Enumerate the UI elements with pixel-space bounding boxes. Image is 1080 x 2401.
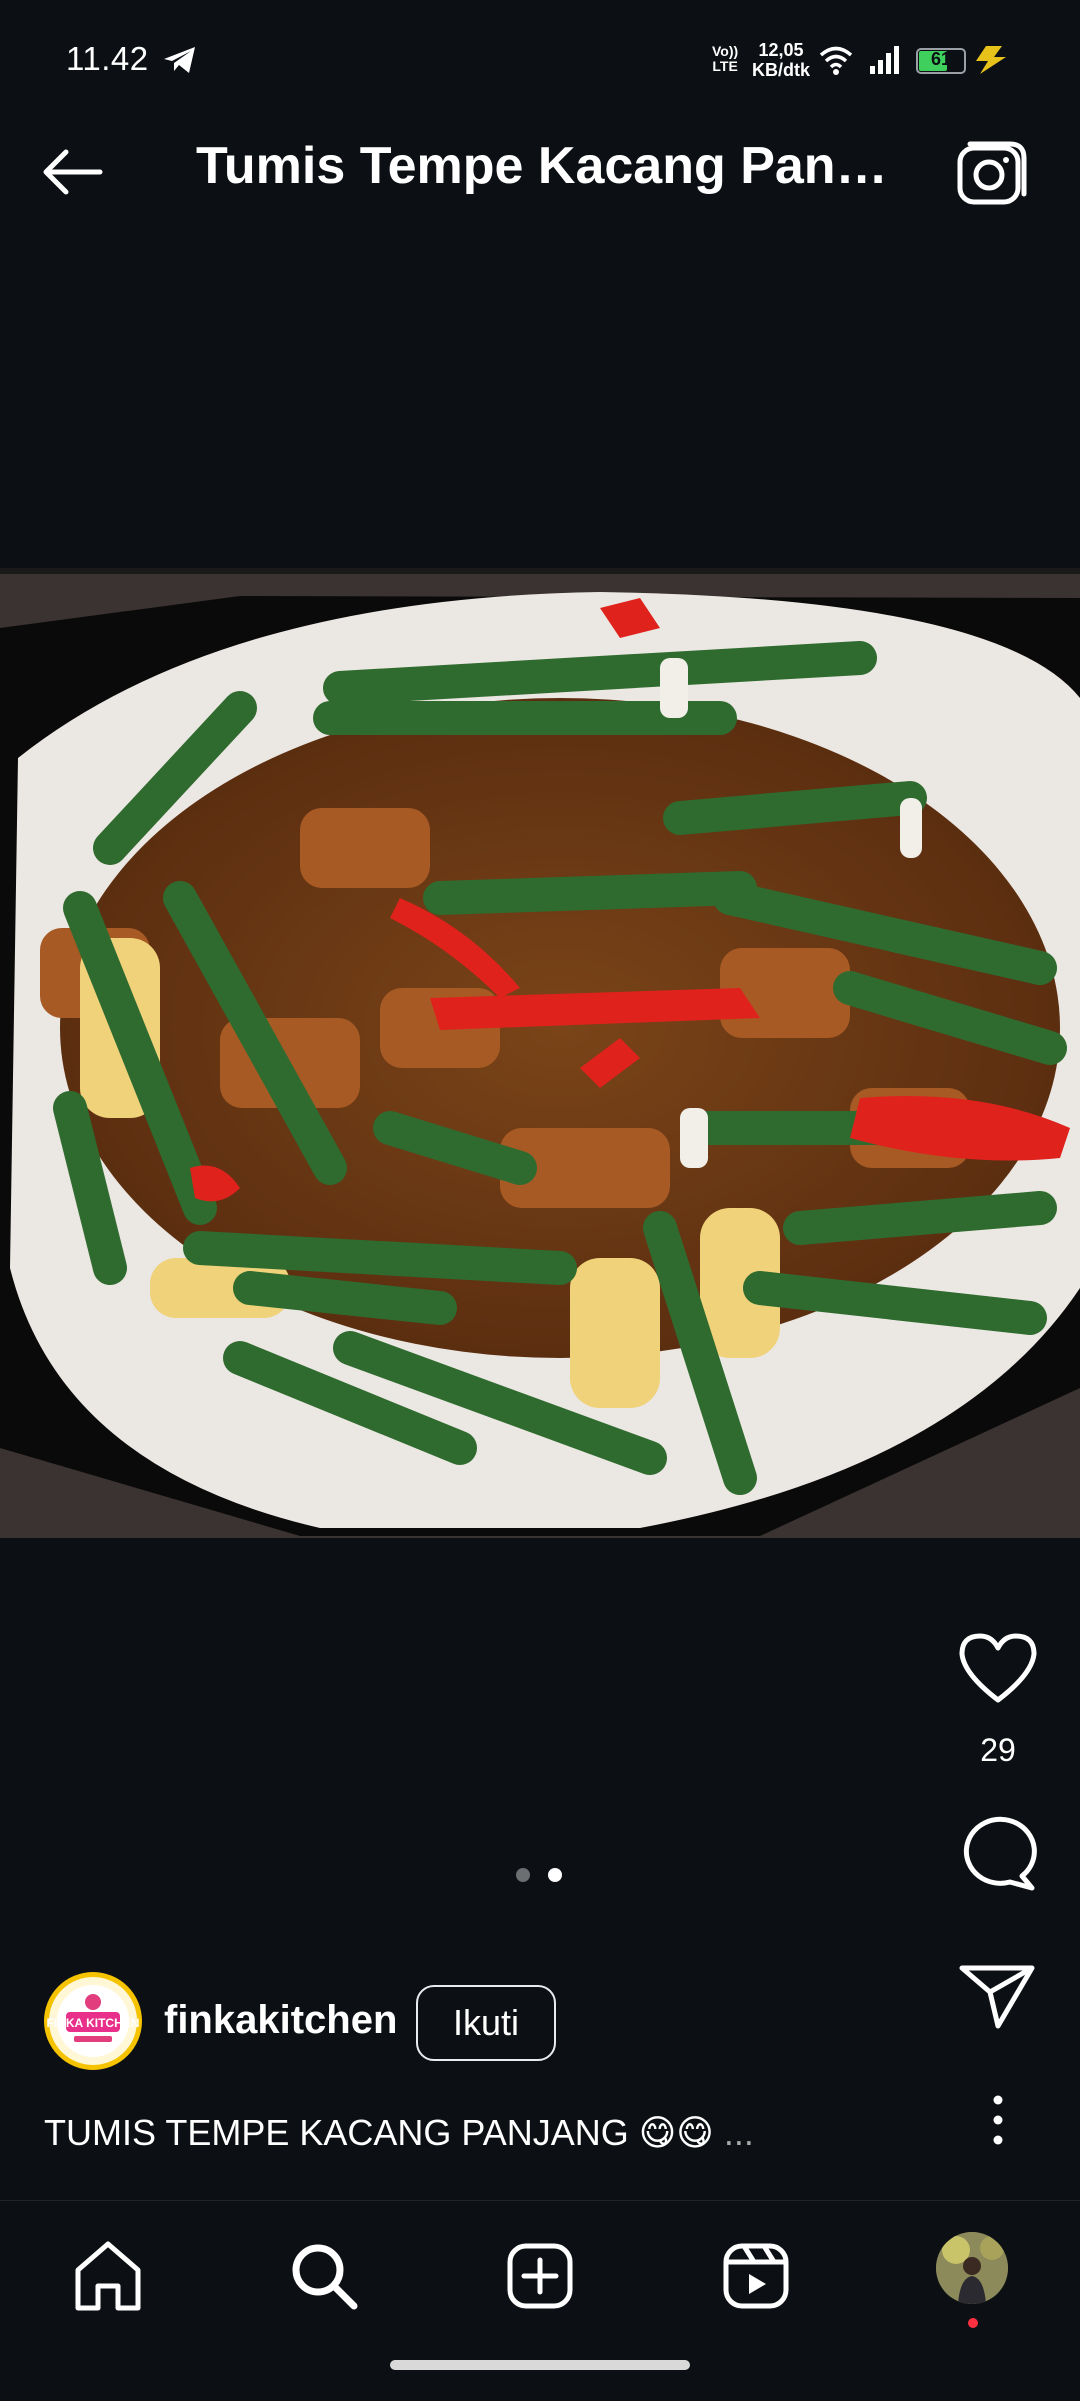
signal-icon [870,46,899,74]
create-icon[interactable] [500,2236,580,2316]
post-photo[interactable] [0,568,1080,1538]
caption-more[interactable]: ... [724,2112,754,2153]
svg-text:FINKA KITCHEN: FINKA KITCHEN [47,2016,140,2030]
comment-icon[interactable] [956,1812,1040,1892]
home-icon[interactable] [68,2236,148,2316]
telegram-icon [164,47,195,73]
like-count: 29 [980,1732,1016,1768]
wifi-icon [819,46,853,75]
more-icon[interactable] [978,2090,1018,2150]
author-avatar[interactable]: FINKA KITCHEN [44,1972,142,2070]
page-title: Tumis Tempe Kacang Pan… [196,137,886,195]
author-username[interactable]: finkakitchen [164,1998,397,2043]
back-arrow-icon[interactable] [36,140,116,204]
search-icon[interactable] [284,2236,364,2316]
share-icon[interactable] [958,1962,1036,2032]
camera-icon[interactable] [950,138,1034,208]
carousel-dot-1 [516,1868,530,1882]
reels-icon[interactable] [716,2236,796,2316]
caption-text: TUMIS TEMPE KACANG PANJANG 😋😋 [44,2112,714,2153]
network-speed: 12,05 KB/dtk [752,40,810,80]
network-type: Vo)) LTE [712,43,739,74]
profile-avatar[interactable] [936,2232,1008,2304]
home-indicator[interactable] [390,2360,690,2370]
battery-icon: 61 [916,48,966,74]
carousel-dot-2-active [548,1868,562,1882]
status-time: 11.42 [66,40,149,77]
profile-notification-dot [968,2318,978,2328]
battery-level: 61 [930,49,952,69]
heart-icon[interactable] [956,1630,1040,1706]
charging-icon [976,46,1006,74]
post-caption[interactable]: TUMIS TEMPE KACANG PANJANG 😋😋 ... [44,2112,754,2154]
follow-button[interactable]: Ikuti [416,1985,556,2061]
